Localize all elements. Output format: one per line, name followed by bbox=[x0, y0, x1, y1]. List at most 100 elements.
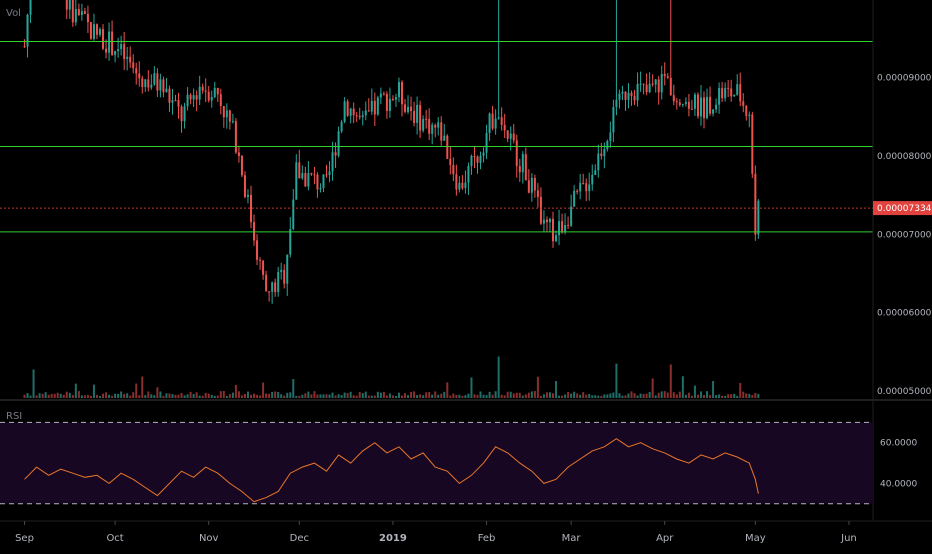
volume-bar bbox=[304, 393, 307, 398]
volume-bar bbox=[68, 392, 71, 398]
candle-body bbox=[452, 165, 455, 175]
candle-body bbox=[189, 94, 192, 100]
candle-body bbox=[132, 62, 135, 69]
candle-body bbox=[630, 92, 633, 96]
volume-bar bbox=[243, 393, 246, 398]
candle-body bbox=[117, 49, 120, 52]
candle-body bbox=[564, 225, 567, 233]
candle-body bbox=[416, 105, 419, 123]
volume-bar bbox=[265, 393, 268, 398]
volume-bar bbox=[669, 364, 672, 398]
volume-bar bbox=[751, 395, 754, 398]
volume-bar bbox=[404, 393, 407, 398]
candle-body bbox=[594, 170, 597, 175]
volume-bar bbox=[325, 394, 328, 398]
volume-bar bbox=[32, 369, 35, 398]
volume-bar bbox=[657, 392, 660, 398]
volume-bar bbox=[301, 394, 304, 398]
candle-body bbox=[721, 88, 724, 99]
candle-body bbox=[548, 218, 551, 223]
volume-bar bbox=[195, 392, 198, 398]
candle-body bbox=[316, 174, 319, 190]
candle-body bbox=[485, 132, 488, 153]
volume-bar bbox=[757, 393, 760, 398]
candle-body bbox=[582, 182, 585, 184]
volume-bar bbox=[425, 392, 428, 398]
candle-body bbox=[171, 100, 174, 103]
volume-bar bbox=[180, 392, 183, 398]
volume-bar bbox=[231, 392, 234, 398]
volume-bar bbox=[437, 394, 440, 398]
candle-body bbox=[135, 68, 138, 74]
volume-bar bbox=[165, 393, 168, 398]
time-tick-label: Sep bbox=[15, 533, 34, 544]
volume-bar bbox=[192, 394, 195, 398]
volume-bar bbox=[582, 392, 585, 398]
candle-body bbox=[376, 97, 379, 115]
candle-body bbox=[331, 152, 334, 172]
candle-body bbox=[696, 94, 699, 117]
candle-body bbox=[222, 105, 225, 118]
volume-bar bbox=[349, 391, 352, 398]
volume-bar bbox=[53, 393, 56, 398]
volume-bar bbox=[198, 395, 201, 398]
candle-body bbox=[201, 86, 204, 91]
volume-bar bbox=[401, 395, 403, 398]
candle-body bbox=[567, 225, 570, 227]
candle-body bbox=[407, 106, 410, 112]
candle-body bbox=[687, 101, 690, 109]
volume-bar bbox=[739, 382, 742, 398]
volume-bar bbox=[606, 394, 609, 398]
volume-bar bbox=[639, 393, 642, 398]
rsi-tick-label: 40.0000 bbox=[880, 479, 917, 489]
volume-bar bbox=[186, 394, 189, 398]
volume-bar bbox=[690, 395, 693, 398]
volume-bar bbox=[627, 393, 630, 398]
candle-body bbox=[298, 162, 301, 179]
volume-bar bbox=[105, 392, 108, 398]
candle-body bbox=[355, 115, 358, 117]
candle-body bbox=[751, 114, 754, 174]
volume-bar bbox=[681, 376, 684, 398]
volume-bar bbox=[123, 393, 126, 398]
volume-bar bbox=[630, 391, 633, 398]
volume-bar bbox=[721, 395, 724, 398]
volume-bar bbox=[609, 393, 612, 398]
volume-bar bbox=[636, 395, 639, 398]
candle-body bbox=[111, 31, 114, 55]
candle-body bbox=[703, 97, 705, 119]
volume-bar bbox=[476, 394, 479, 398]
candle-body bbox=[277, 272, 280, 292]
candle-body bbox=[340, 121, 343, 132]
candle-body bbox=[168, 88, 171, 103]
volume-bar bbox=[382, 391, 385, 398]
candle-body bbox=[536, 190, 539, 197]
candle-body bbox=[262, 260, 265, 275]
candle-body bbox=[144, 79, 147, 87]
candle-body bbox=[271, 282, 274, 292]
candle-body bbox=[385, 93, 388, 111]
candle-body bbox=[555, 235, 558, 242]
candle-body bbox=[404, 104, 407, 112]
volume-bar bbox=[346, 393, 349, 398]
candle-body bbox=[724, 87, 727, 99]
volume-bar bbox=[310, 394, 313, 398]
volume-bar bbox=[422, 395, 425, 398]
volume-bar bbox=[497, 356, 500, 398]
candle-body bbox=[754, 173, 757, 235]
candle-body bbox=[126, 56, 129, 60]
volume-bar bbox=[727, 394, 730, 398]
volume-bar bbox=[736, 395, 739, 398]
volume-bar bbox=[539, 395, 542, 398]
volume-bar bbox=[419, 394, 422, 398]
candle-body bbox=[654, 79, 657, 85]
volume-bar bbox=[358, 392, 361, 398]
volume-bar bbox=[748, 393, 751, 398]
volume-bar bbox=[102, 393, 105, 398]
volume-bar bbox=[428, 392, 431, 398]
volume-bar bbox=[256, 394, 259, 398]
volume-bar bbox=[204, 392, 207, 398]
candle-body bbox=[120, 44, 123, 50]
candle-body bbox=[509, 133, 512, 139]
volume-bar bbox=[715, 395, 718, 398]
